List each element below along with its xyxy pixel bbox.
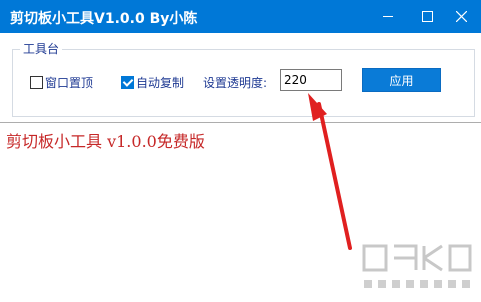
watermark-logo-icon [362,244,472,288]
app-window: 剪切板小工具V1.0.0 By小陈 工具台 窗口置顶 自动复制 设置透明度: 应… [0,0,481,302]
